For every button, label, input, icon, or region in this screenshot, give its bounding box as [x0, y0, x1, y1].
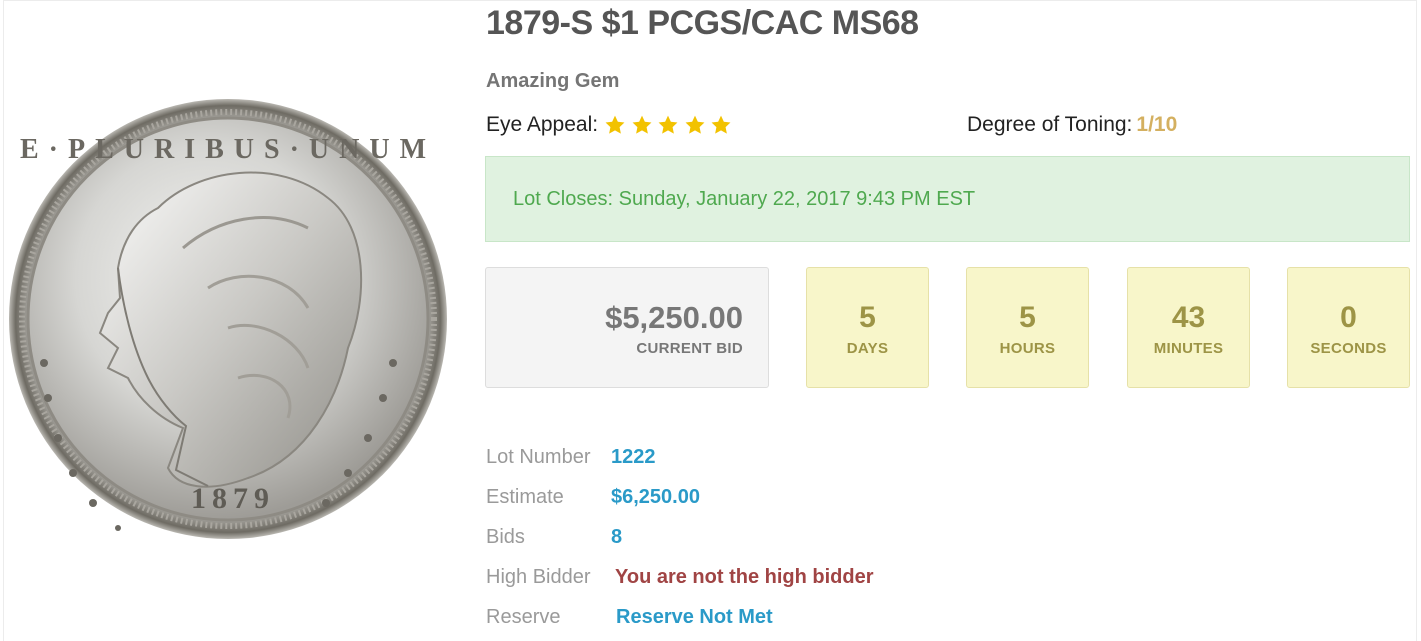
high-bidder-status: You are not the high bidder [615, 566, 874, 588]
lot-title: 1879-S $1 PCGS/CAC MS68 [486, 4, 919, 42]
countdown-minutes-label: MINUTES [1153, 340, 1224, 357]
detail-label: Bids [486, 526, 525, 548]
coin-image[interactable]: E·PLURIBUS·UNUM 1879 [8, 98, 448, 540]
detail-lot-number: Lot Number 1222 [486, 446, 656, 469]
countdown-minutes: 43 MINUTES [1127, 267, 1250, 388]
star-icon [632, 115, 652, 134]
countdown-hours: 5 HOURS [966, 267, 1089, 388]
eye-appeal-label: Eye Appeal: [486, 113, 599, 136]
current-bid-label: CURRENT BID [636, 340, 743, 357]
detail-high-bidder: High Bidder You are not the high bidder [486, 566, 874, 589]
toning-value: 1/10 [1136, 113, 1178, 136]
star-icon [605, 115, 625, 134]
star-icon [658, 115, 678, 134]
coin-image-graphic: E·PLURIBUS·UNUM 1879 [9, 99, 447, 539]
lot-closes-text: Lot Closes: Sunday, January 22, 2017 9:4… [513, 187, 976, 210]
detail-label: Estimate [486, 486, 564, 508]
countdown-days-value: 5 [859, 301, 876, 334]
countdown-seconds-label: SECONDS [1310, 340, 1387, 357]
star-icon [685, 115, 705, 134]
estimate-value: $6,250.00 [611, 486, 700, 508]
eye-appeal: Eye Appeal: [486, 113, 737, 137]
countdown-days: 5 DAYS [806, 267, 929, 388]
bids-count-link[interactable]: 8 [611, 526, 622, 549]
detail-label: High Bidder [486, 566, 591, 588]
detail-label: Lot Number [486, 446, 591, 468]
eye-appeal-stars [604, 114, 737, 136]
lot-number-value: 1222 [611, 446, 656, 468]
detail-label: Reserve [486, 606, 561, 628]
lot-closes-banner: Lot Closes: Sunday, January 22, 2017 9:4… [485, 156, 1410, 242]
reserve-status-link[interactable]: Reserve Not Met [616, 606, 773, 629]
coin-legend-text: E·PLURIBUS·UNUM [20, 134, 436, 165]
lot-subtitle: Amazing Gem [486, 70, 620, 92]
countdown-hours-label: HOURS [999, 340, 1056, 357]
current-bid-box: $5,250.00 CURRENT BID [485, 267, 769, 388]
detail-reserve: Reserve Reserve Not Met [486, 606, 773, 629]
countdown-hours-value: 5 [1019, 301, 1036, 334]
coin-date-text: 1879 [191, 482, 275, 515]
countdown-seconds-value: 0 [1340, 301, 1357, 334]
countdown-days-label: DAYS [846, 340, 889, 357]
countdown-seconds: 0 SECONDS [1287, 267, 1410, 388]
star-icon [711, 115, 731, 134]
current-bid-amount: $5,250.00 [605, 300, 743, 335]
degree-of-toning: Degree of Toning: 1/10 [967, 113, 1177, 137]
toning-label: Degree of Toning: [967, 113, 1133, 136]
detail-bids: Bids 8 [486, 526, 622, 549]
detail-estimate: Estimate $6,250.00 [486, 486, 700, 509]
countdown-minutes-value: 43 [1171, 301, 1206, 334]
